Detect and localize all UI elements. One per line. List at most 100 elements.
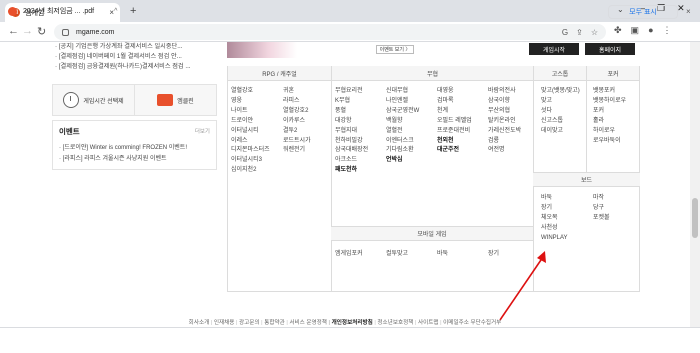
game-link[interactable]: 풍혈 bbox=[335, 107, 368, 117]
game-link[interactable]: 삼국이향 bbox=[488, 97, 521, 107]
game-link[interactable]: 엠게임포커 bbox=[335, 248, 386, 257]
game-link[interactable]: 십이지천2 bbox=[231, 166, 270, 176]
game-link[interactable]: 영웅 bbox=[231, 97, 270, 107]
notice-item[interactable]: [결제점검] 네이버페이 1월 결제서비스 점검 안... bbox=[55, 52, 215, 62]
footer-link[interactable]: 광고문의 bbox=[236, 320, 260, 326]
game-link[interactable]: 데이맞고 bbox=[541, 127, 580, 137]
game-link[interactable]: 섯다 bbox=[541, 107, 580, 117]
address-bar[interactable]: mgame.com G ⇪ ☆ bbox=[54, 24, 606, 40]
game-link[interactable]: 바둑 bbox=[541, 194, 568, 204]
game-link[interactable]: 천계 bbox=[437, 107, 472, 117]
footer-link[interactable]: 통합약관 bbox=[261, 320, 285, 326]
game-link[interactable]: 검마록 bbox=[437, 97, 472, 107]
game-link[interactable]: 삼국군영전W bbox=[386, 107, 419, 117]
game-link[interactable]: 이엔터스크 bbox=[386, 137, 419, 147]
game-link[interactable]: 장기 bbox=[541, 204, 568, 214]
game-link[interactable]: 무산의협 bbox=[488, 107, 521, 117]
footer-link[interactable]: 개인정보처리방침 bbox=[329, 320, 373, 326]
game-link[interactable]: 바둑 bbox=[437, 248, 488, 257]
game-link[interactable]: 대영웅 bbox=[437, 87, 472, 97]
game-link[interactable]: 열혈전 bbox=[386, 127, 419, 137]
back-icon[interactable]: ← bbox=[8, 25, 19, 37]
notice-item[interactable]: [공지] 기업은행 가상계좌 결제서비스 일시중단... bbox=[55, 42, 215, 52]
game-link[interactable]: 라피스 bbox=[283, 97, 311, 107]
menu-icon[interactable]: ⋮ bbox=[663, 25, 672, 36]
game-link[interactable]: 맞고 bbox=[541, 97, 580, 107]
game-link[interactable]: 천외천 bbox=[437, 137, 472, 147]
game-link[interactable]: 바람의전사 bbox=[488, 87, 521, 97]
game-link[interactable]: 언박심 bbox=[386, 156, 419, 166]
game-link[interactable]: 결투2 bbox=[283, 127, 311, 137]
footer-link[interactable]: 청소년보호정책 bbox=[374, 320, 413, 326]
game-link[interactable]: 아크소드 bbox=[335, 156, 368, 166]
game-link[interactable]: 대강항 bbox=[335, 117, 368, 127]
game-link[interactable]: 로드트시가 bbox=[283, 137, 311, 147]
footer-link[interactable]: 회사소개 bbox=[189, 320, 210, 326]
side-panel-icon[interactable]: ▣ bbox=[631, 25, 640, 36]
notice-item[interactable]: [결제점검] 금융결제원(하나카드)결제서비스 점검 ... bbox=[55, 62, 215, 72]
game-link[interactable]: 워렌전기 bbox=[283, 146, 311, 156]
game-link[interactable]: 나이트 bbox=[231, 107, 270, 117]
game-link[interactable]: 탈키온라인 bbox=[488, 117, 521, 127]
bookmark-star-icon[interactable]: ☆ bbox=[591, 28, 598, 37]
game-link[interactable]: 열혈강호 bbox=[231, 87, 270, 97]
game-link[interactable]: 뱃몽하이로우 bbox=[593, 97, 626, 107]
game-link[interactable]: 포커 bbox=[593, 107, 626, 117]
game-link[interactable]: 당구 bbox=[593, 204, 610, 214]
game-link[interactable]: 신고스톱 bbox=[541, 117, 580, 127]
game-link[interactable]: 하이로우 bbox=[593, 127, 626, 137]
game-link[interactable]: 검룡 bbox=[488, 137, 521, 147]
download-item[interactable]: 2024년 최저임금 ... .pdf ^ bbox=[8, 6, 117, 16]
game-link[interactable]: 패도천하 bbox=[335, 166, 368, 176]
game-link[interactable]: 귀혼 bbox=[283, 87, 311, 97]
mclean-button[interactable]: 엠클린 bbox=[134, 85, 216, 115]
game-link[interactable]: 이레스 bbox=[231, 137, 270, 147]
chevron-up-icon[interactable]: ^ bbox=[114, 8, 117, 15]
game-link[interactable]: 삼국대배장전 bbox=[335, 146, 368, 156]
event-item[interactable]: [라피스] 라피스 겨울시즌 사냥지원 이벤트 bbox=[59, 154, 187, 165]
game-link[interactable]: 맞고(뱃몽/맞고) bbox=[541, 87, 580, 97]
game-link[interactable]: 이터널시티3 bbox=[231, 156, 270, 166]
game-link[interactable]: 디지몬마스터즈 bbox=[231, 146, 270, 156]
game-start-button[interactable]: 게임시작 bbox=[529, 43, 579, 55]
game-link[interactable]: 컬투맞고 bbox=[386, 248, 437, 257]
footer-link[interactable]: 이메일주소 무단수집거부 bbox=[440, 320, 501, 326]
footer-link[interactable]: 인재채용 bbox=[211, 320, 235, 326]
game-link[interactable]: 기다림소환 bbox=[386, 146, 419, 156]
scrollbar[interactable] bbox=[690, 42, 700, 327]
game-link[interactable]: 마작 bbox=[593, 194, 610, 204]
extensions-icon[interactable]: ✤ bbox=[614, 25, 622, 36]
game-link[interactable]: 포켓볼 bbox=[593, 214, 610, 224]
close-window-icon[interactable]: ✕ bbox=[677, 3, 685, 14]
game-link[interactable]: 가레신전도박 bbox=[488, 127, 521, 137]
game-link[interactable]: 이카루스 bbox=[283, 117, 311, 127]
game-link[interactable]: K무협 bbox=[335, 97, 368, 107]
forward-icon[interactable]: → bbox=[22, 25, 33, 37]
game-link[interactable]: 프로준대전비 bbox=[437, 127, 472, 137]
profile-icon[interactable]: ● bbox=[648, 25, 653, 36]
game-link[interactable]: 대군주전 bbox=[437, 146, 472, 156]
game-link[interactable]: 무협지대 bbox=[335, 127, 368, 137]
google-icon[interactable]: G bbox=[562, 28, 568, 37]
game-link[interactable]: 이터널시티 bbox=[231, 127, 270, 137]
show-all-downloads-button[interactable]: 모두 표시 bbox=[608, 5, 678, 19]
event-view-button[interactable]: 이벤트 보기 〉 bbox=[376, 45, 414, 54]
game-link[interactable]: 사천성 bbox=[541, 224, 568, 234]
share-icon[interactable]: ⇪ bbox=[576, 28, 583, 37]
game-time-select-button[interactable]: 게임시간 선택제 bbox=[53, 85, 134, 115]
game-link[interactable]: 나인엔젤 bbox=[386, 97, 419, 107]
game-link[interactable]: 무협요리전 bbox=[335, 87, 368, 97]
game-link[interactable]: 체오목 bbox=[541, 214, 568, 224]
event-item[interactable]: [드로이얀] Winter is comming! FROZEN 이벤트! bbox=[59, 143, 187, 154]
game-link[interactable]: 홀라 bbox=[593, 117, 626, 127]
homepage-button[interactable]: 홈페이지 bbox=[585, 43, 635, 55]
close-download-bar-icon[interactable]: × bbox=[686, 7, 691, 16]
game-link[interactable]: 오필드 레벨업 bbox=[437, 117, 472, 127]
game-link[interactable]: 천하비밀강 bbox=[335, 137, 368, 147]
game-link[interactable]: 신대무협 bbox=[386, 87, 419, 97]
game-link[interactable]: 뱃몽포커 bbox=[593, 87, 626, 97]
game-link[interactable]: 여전명 bbox=[488, 146, 521, 156]
scrollbar-thumb[interactable] bbox=[692, 198, 698, 238]
game-link[interactable]: 드로이얀 bbox=[231, 117, 270, 127]
game-link[interactable]: WINPLAY bbox=[541, 234, 568, 244]
